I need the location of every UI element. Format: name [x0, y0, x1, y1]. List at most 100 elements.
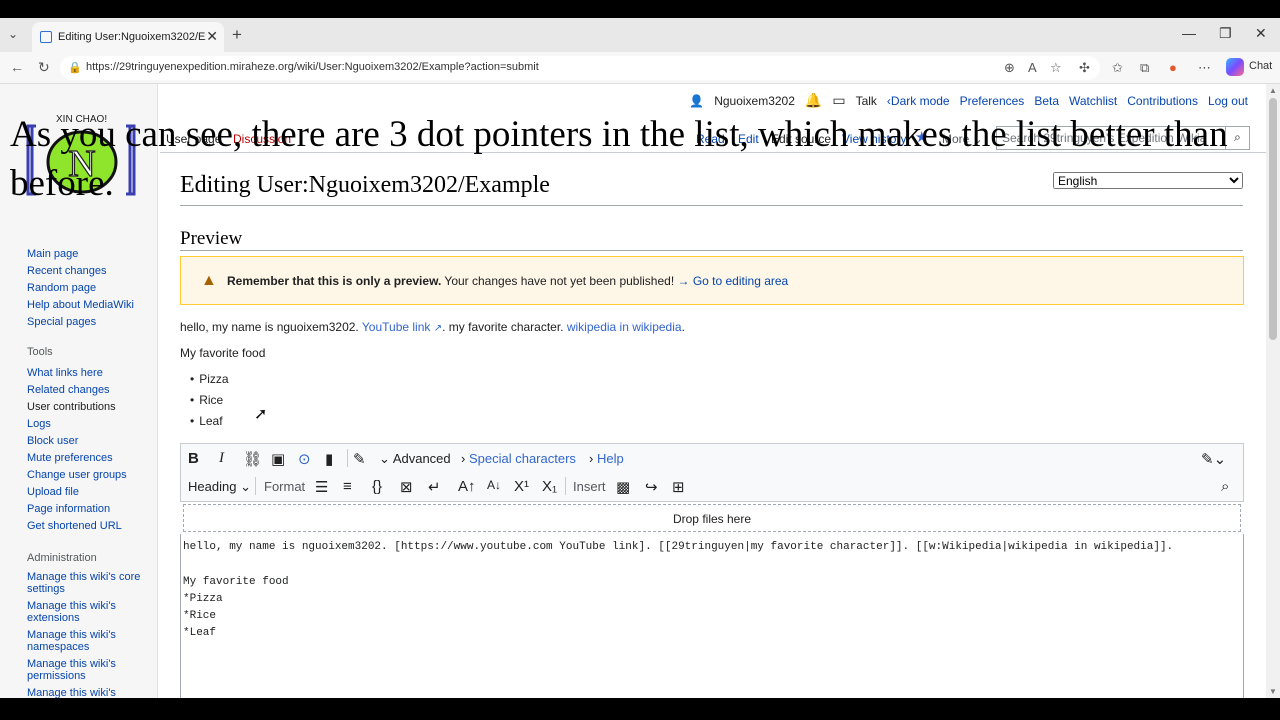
superscript-icon[interactable]: X¹: [514, 478, 529, 495]
new-tab-icon[interactable]: +: [232, 25, 242, 45]
scroll-down-icon[interactable]: ▼: [1269, 687, 1277, 696]
bulleted-list-icon[interactable]: ☰: [315, 478, 328, 496]
advanced-label: Advanced: [392, 451, 451, 466]
food-heading: My favorite food: [180, 346, 266, 360]
nav-portal: Main page Recent changes Random page Help a…: [27, 246, 134, 331]
heading-dropdown[interactable]: Heading ⌄: [188, 479, 251, 495]
more-menu-icon[interactable]: ⋯: [1198, 60, 1211, 76]
tools-portal: What links here Related changes User contr…: [27, 365, 127, 535]
sidebar-tools-item-1[interactable]: Related changes: [27, 382, 127, 399]
extensions-icon[interactable]: ✣: [1079, 60, 1090, 76]
user-links: 👤 Nguoixem3202 🔔 ▭ Talk ‹Dark mode Prefe…: [689, 92, 1248, 109]
sidebar-tools-item-9[interactable]: Get shortened URL: [27, 518, 127, 535]
url-text[interactable]: https://29tringuyenexpedition.miraheze.o…: [86, 61, 539, 73]
signature-icon[interactable]: ✎: [353, 450, 366, 468]
tab-title: Editing User:Nguoixem3202/Exam: [58, 31, 206, 43]
sidebar-nav-item-3[interactable]: Help about MediaWiki: [27, 297, 134, 314]
back-icon[interactable]: ←: [10, 59, 24, 75]
beta-link[interactable]: Beta: [1034, 94, 1059, 108]
wikitext-editor[interactable]: hello, my name is nguoixem3202. [https:/…: [180, 534, 1244, 698]
sidebar-tools-item-8[interactable]: Page information: [27, 501, 127, 518]
wikipedia-link[interactable]: wikipedia in wikipedia: [567, 320, 682, 334]
newline-icon[interactable]: ↵: [428, 478, 441, 496]
chat-button[interactable]: Chat: [1249, 60, 1272, 72]
tab-list-icon[interactable]: ⌄: [8, 27, 18, 41]
drop-files-zone[interactable]: Drop files here: [183, 504, 1241, 532]
restore-icon[interactable]: ❐: [1219, 25, 1232, 42]
sidebar-tools-item-3[interactable]: Logs: [27, 416, 127, 433]
nowiki-icon[interactable]: {}: [372, 478, 382, 495]
close-tab-icon[interactable]: ✕: [206, 28, 218, 45]
reference-icon[interactable]: ▮: [325, 450, 333, 468]
username-link[interactable]: Nguoixem3202: [714, 94, 795, 108]
address-row: ← ↻ 🔒 https://29tringuyenexpedition.mira…: [0, 52, 1280, 84]
notifications-bell-icon[interactable]: 🔔: [805, 92, 822, 109]
list-item: Pizza: [190, 372, 228, 393]
page-scrollbar[interactable]: ▲ ▼: [1266, 84, 1280, 698]
sidebar-tools-item-7[interactable]: Upload file: [27, 484, 127, 501]
character-link[interactable]: my favorite character: [449, 320, 560, 334]
contributions-link[interactable]: Contributions: [1127, 94, 1198, 108]
big-text-icon[interactable]: A↑: [458, 478, 476, 495]
insert-label: Insert: [573, 479, 606, 494]
help-menu[interactable]: › Help: [589, 451, 624, 466]
edit-mode-pencil-icon[interactable]: ✎⌄: [1201, 450, 1226, 468]
sidebar-admin-item-1[interactable]: Manage this wiki's extensions: [27, 600, 147, 624]
sidebar-nav-item-4[interactable]: Special pages: [27, 314, 134, 331]
subscript-icon[interactable]: X₁: [542, 478, 557, 495]
read-aloud-icon[interactable]: A: [1028, 60, 1037, 75]
advanced-menu[interactable]: ⌄ Advanced: [379, 451, 451, 467]
table-icon[interactable]: ⊞: [672, 478, 685, 496]
preview-sep: .: [560, 320, 567, 334]
sidebar-nav-item-0[interactable]: Main page: [27, 246, 134, 263]
sidebar-admin-item-0[interactable]: Manage this wiki's core settings: [27, 571, 147, 595]
favorites-icon[interactable]: ✩: [1112, 60, 1123, 76]
sidebar-tools-item-6[interactable]: Change user groups: [27, 467, 127, 484]
browser-chrome: ⌄ Editing User:Nguoixem3202/Exam ✕ + — ❐…: [0, 18, 1280, 84]
copilot-icon[interactable]: [1226, 58, 1244, 76]
youtube-link[interactable]: YouTube link ↗: [362, 320, 442, 334]
notice-bold: Remember that this is only a preview.: [227, 274, 442, 288]
scrollbar-thumb[interactable]: [1269, 98, 1277, 340]
sidebar-admin-item-4[interactable]: Manage this wiki's: [27, 687, 147, 698]
sidebar-tools-item-4[interactable]: Block user: [27, 433, 127, 450]
zoom-icon[interactable]: ⊕: [1004, 60, 1015, 76]
scroll-up-icon[interactable]: ▲: [1269, 86, 1277, 95]
preferences-link[interactable]: Preferences: [960, 94, 1025, 108]
no-format-icon[interactable]: ⊠: [400, 478, 413, 496]
italic-icon[interactable]: I: [219, 450, 224, 467]
notices-inbox-icon[interactable]: ▭: [832, 92, 845, 109]
numbered-list-icon[interactable]: ≡: [343, 478, 352, 495]
reload-icon[interactable]: ↻: [38, 59, 50, 76]
sidebar-tools-item-5[interactable]: Mute preferences: [27, 450, 127, 467]
image-icon[interactable]: ▣: [271, 450, 285, 468]
sidebar-nav-item-1[interactable]: Recent changes: [27, 263, 134, 280]
lock-icon[interactable]: 🔒: [68, 61, 82, 74]
close-window-icon[interactable]: ✕: [1255, 25, 1267, 42]
small-text-icon[interactable]: A↓: [487, 478, 501, 492]
sidebar-tools-item-0[interactable]: What links here: [27, 365, 127, 382]
minimize-icon[interactable]: —: [1182, 25, 1196, 41]
sidebar-admin-item-2[interactable]: Manage this wiki's namespaces: [27, 629, 147, 653]
dark-mode-link[interactable]: ‹Dark mode: [887, 94, 950, 108]
sidebar-admin-item-3[interactable]: Manage this wiki's permissions: [27, 658, 147, 682]
collections-icon[interactable]: ⧉: [1140, 60, 1149, 76]
profile-icon[interactable]: ●: [1169, 60, 1177, 75]
favorite-star-icon[interactable]: ☆: [1050, 60, 1062, 76]
address-bar[interactable]: 🔒 https://29tringuyenexpedition.miraheze…: [60, 56, 1100, 80]
warning-icon: ▲: [201, 272, 217, 289]
bold-icon[interactable]: B: [188, 450, 199, 467]
special-characters-menu[interactable]: › Special characters: [461, 451, 576, 466]
sidebar-tools-item-2[interactable]: User contributions: [27, 399, 127, 416]
watchlist-link[interactable]: Watchlist: [1069, 94, 1117, 108]
redirect-icon[interactable]: ↪: [645, 478, 658, 496]
search-replace-icon[interactable]: ⌕: [1221, 478, 1229, 495]
logout-link[interactable]: Log out: [1208, 94, 1248, 108]
link-icon[interactable]: ⛓: [243, 450, 262, 468]
talk-link[interactable]: Talk: [856, 94, 877, 108]
gallery-icon[interactable]: ▩: [616, 478, 630, 496]
upload-icon[interactable]: ⊙: [298, 450, 311, 468]
sidebar-nav-item-2[interactable]: Random page: [27, 280, 134, 297]
browser-tab[interactable]: Editing User:Nguoixem3202/Exam ✕: [32, 22, 224, 52]
go-to-editing-link[interactable]: → Go to editing area: [677, 274, 788, 288]
